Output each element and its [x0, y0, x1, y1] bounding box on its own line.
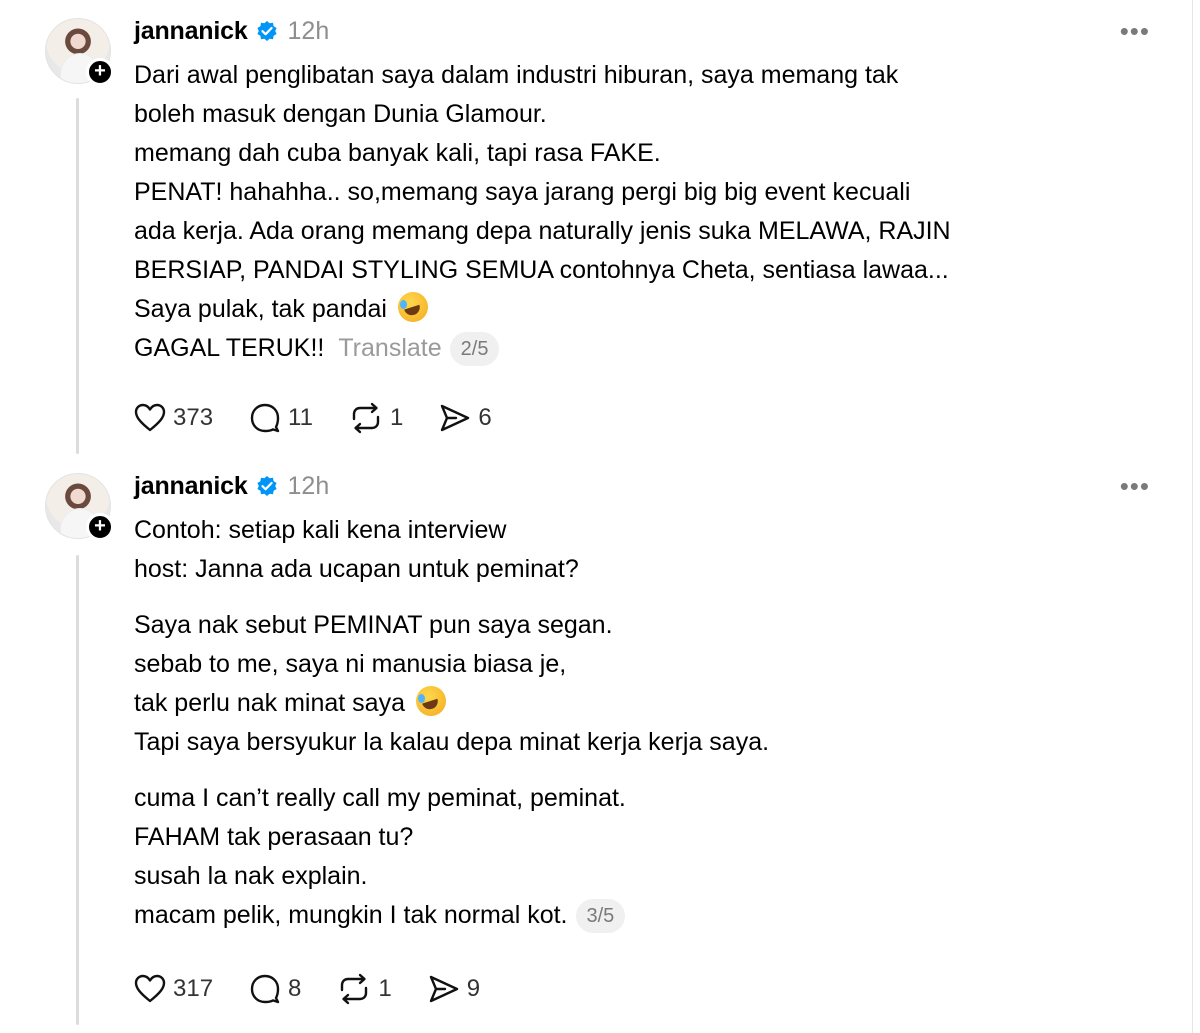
- follow-plus-icon[interactable]: +: [86, 513, 114, 541]
- share-count: 9: [466, 975, 481, 1002]
- thread-connector-line: [76, 555, 79, 1025]
- post-text-line: BERSIAP, PANDAI STYLING SEMUA contohnya …: [134, 256, 949, 284]
- post-text-segment: tak perlu nak minat saya: [134, 689, 405, 717]
- more-options-icon[interactable]: •••: [1120, 471, 1150, 502]
- reply-icon: [250, 403, 280, 433]
- post-actions: 373 11 1 6: [134, 398, 528, 438]
- post-text-line: Saya pulak, tak pandai: [134, 290, 951, 329]
- username[interactable]: jannanick: [134, 472, 248, 501]
- post-time[interactable]: 12h: [288, 472, 330, 501]
- post-text-line: host: Janna ada ucapan untuk peminat?: [134, 555, 579, 583]
- post-text-segment: Saya pulak, tak pandai: [134, 295, 387, 323]
- share-button[interactable]: 9: [428, 974, 480, 1004]
- post-body: Contoh: setiap kali kena interview host:…: [134, 511, 769, 935]
- post-header: jannanick 12h: [134, 14, 329, 48]
- like-button[interactable]: 317: [134, 974, 213, 1004]
- share-count: 6: [478, 404, 492, 431]
- reply-button[interactable]: 11: [249, 403, 313, 433]
- post-time[interactable]: 12h: [288, 17, 330, 46]
- post-text-line: FAHAM tak perasaan tu?: [134, 823, 414, 851]
- thread-page-indicator: 3/5: [575, 899, 626, 934]
- verified-badge-icon: [256, 20, 278, 42]
- reply-button[interactable]: 8: [249, 974, 301, 1004]
- rofl-emoji-icon: [397, 292, 428, 322]
- post-text-line: ada kerja. Ada orang memang depa natural…: [134, 217, 951, 245]
- reply-icon: [250, 974, 280, 1004]
- more-options-icon[interactable]: •••: [1120, 16, 1150, 47]
- post-text-line: boleh masuk dengan Dunia Glamour.: [134, 100, 547, 128]
- post-text-line: GAGAL TERUK!! Translate 2/5: [134, 329, 951, 368]
- post-text-line: PENAT! hahahha.. so,memang saya jarang p…: [134, 178, 911, 206]
- thread-feed: + jannanick 12h ••• Dari awal penglibata…: [0, 0, 1193, 1033]
- post-text-line: Saya nak sebut PEMINAT pun saya segan.: [134, 611, 613, 639]
- thread-page-indicator: 2/5: [449, 332, 500, 367]
- post-text-line: cuma I can’t really call my peminat, pem…: [134, 784, 626, 812]
- post-text-line: Tapi saya bersyukur la kalau depa minat …: [134, 728, 770, 756]
- post-text-line: susah la nak explain.: [134, 862, 368, 890]
- reply-count: 8: [288, 975, 302, 1002]
- repost-count: 1: [389, 404, 404, 431]
- heart-icon: [134, 403, 166, 432]
- repost-icon: [341, 973, 368, 1005]
- post-text-line: Dari awal penglibatan saya dalam industr…: [134, 61, 899, 89]
- post-text-line: memang dah cuba banyak kali, tapi rasa F…: [134, 139, 661, 167]
- post-text-line: Contoh: setiap kali kena interview: [134, 516, 507, 544]
- username[interactable]: jannanick: [134, 17, 248, 46]
- like-count: 373: [173, 404, 214, 431]
- post-text-line: tak perlu nak minat saya: [134, 684, 769, 723]
- follow-plus-icon[interactable]: +: [86, 58, 114, 86]
- post-header: jannanick 12h: [134, 469, 329, 503]
- repost-button[interactable]: 1: [337, 973, 392, 1005]
- post-text-segment: macam pelik, mungkin I tak normal kot.: [134, 901, 568, 929]
- like-button[interactable]: 373: [134, 403, 213, 433]
- heart-icon: [134, 974, 166, 1003]
- reply-count: 11: [288, 404, 313, 431]
- rofl-emoji-icon: [415, 686, 446, 716]
- repost-button[interactable]: 1: [349, 402, 403, 434]
- share-button[interactable]: 6: [439, 403, 492, 433]
- verified-badge-icon: [256, 475, 278, 497]
- post-text-line: sebab to me, saya ni manusia biasa je,: [134, 650, 567, 678]
- repost-count: 1: [378, 975, 392, 1002]
- post-text-line: macam pelik, mungkin I tak normal kot. 3/…: [134, 896, 769, 935]
- post-actions: 317 8 1 9: [134, 969, 516, 1009]
- translate-link[interactable]: Translate: [338, 334, 441, 362]
- like-count: 317: [173, 975, 214, 1002]
- post-body: Dari awal penglibatan saya dalam industr…: [134, 56, 951, 368]
- thread-connector-line: [76, 98, 79, 454]
- post-text-segment: GAGAL TERUK!!: [134, 334, 325, 362]
- share-icon: [441, 404, 470, 432]
- share-icon: [429, 975, 458, 1003]
- repost-icon: [352, 402, 380, 434]
